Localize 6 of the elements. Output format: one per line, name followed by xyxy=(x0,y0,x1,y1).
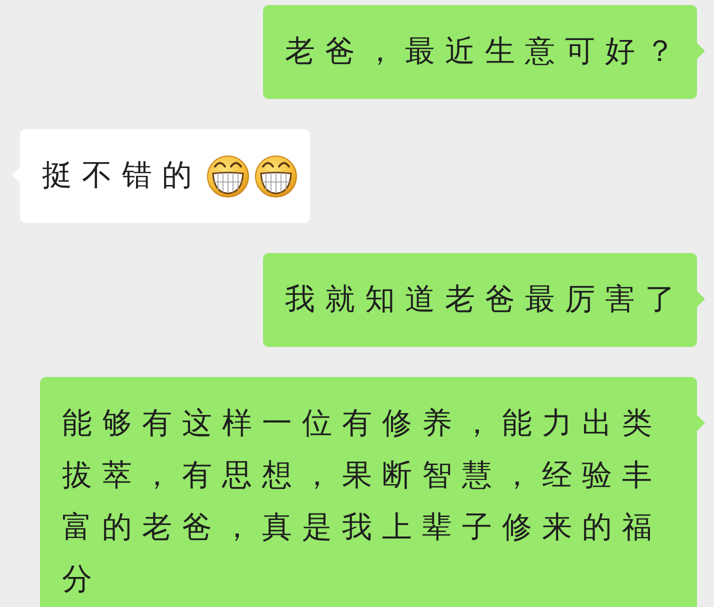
grinning-face-icon xyxy=(254,154,298,198)
message-text: 能够有这样一位有修养，能力出类拔萃，有思想，果断智慧，经验丰富的老爸，真是我上辈子修来的福分 xyxy=(62,405,663,599)
grinning-face-icon xyxy=(206,154,250,198)
message-text: 我就知道老爸最厉害了 xyxy=(285,281,685,319)
message-text: 挺不错的 xyxy=(42,157,202,195)
message-text: 老爸，最近生意可好？ xyxy=(285,33,685,71)
